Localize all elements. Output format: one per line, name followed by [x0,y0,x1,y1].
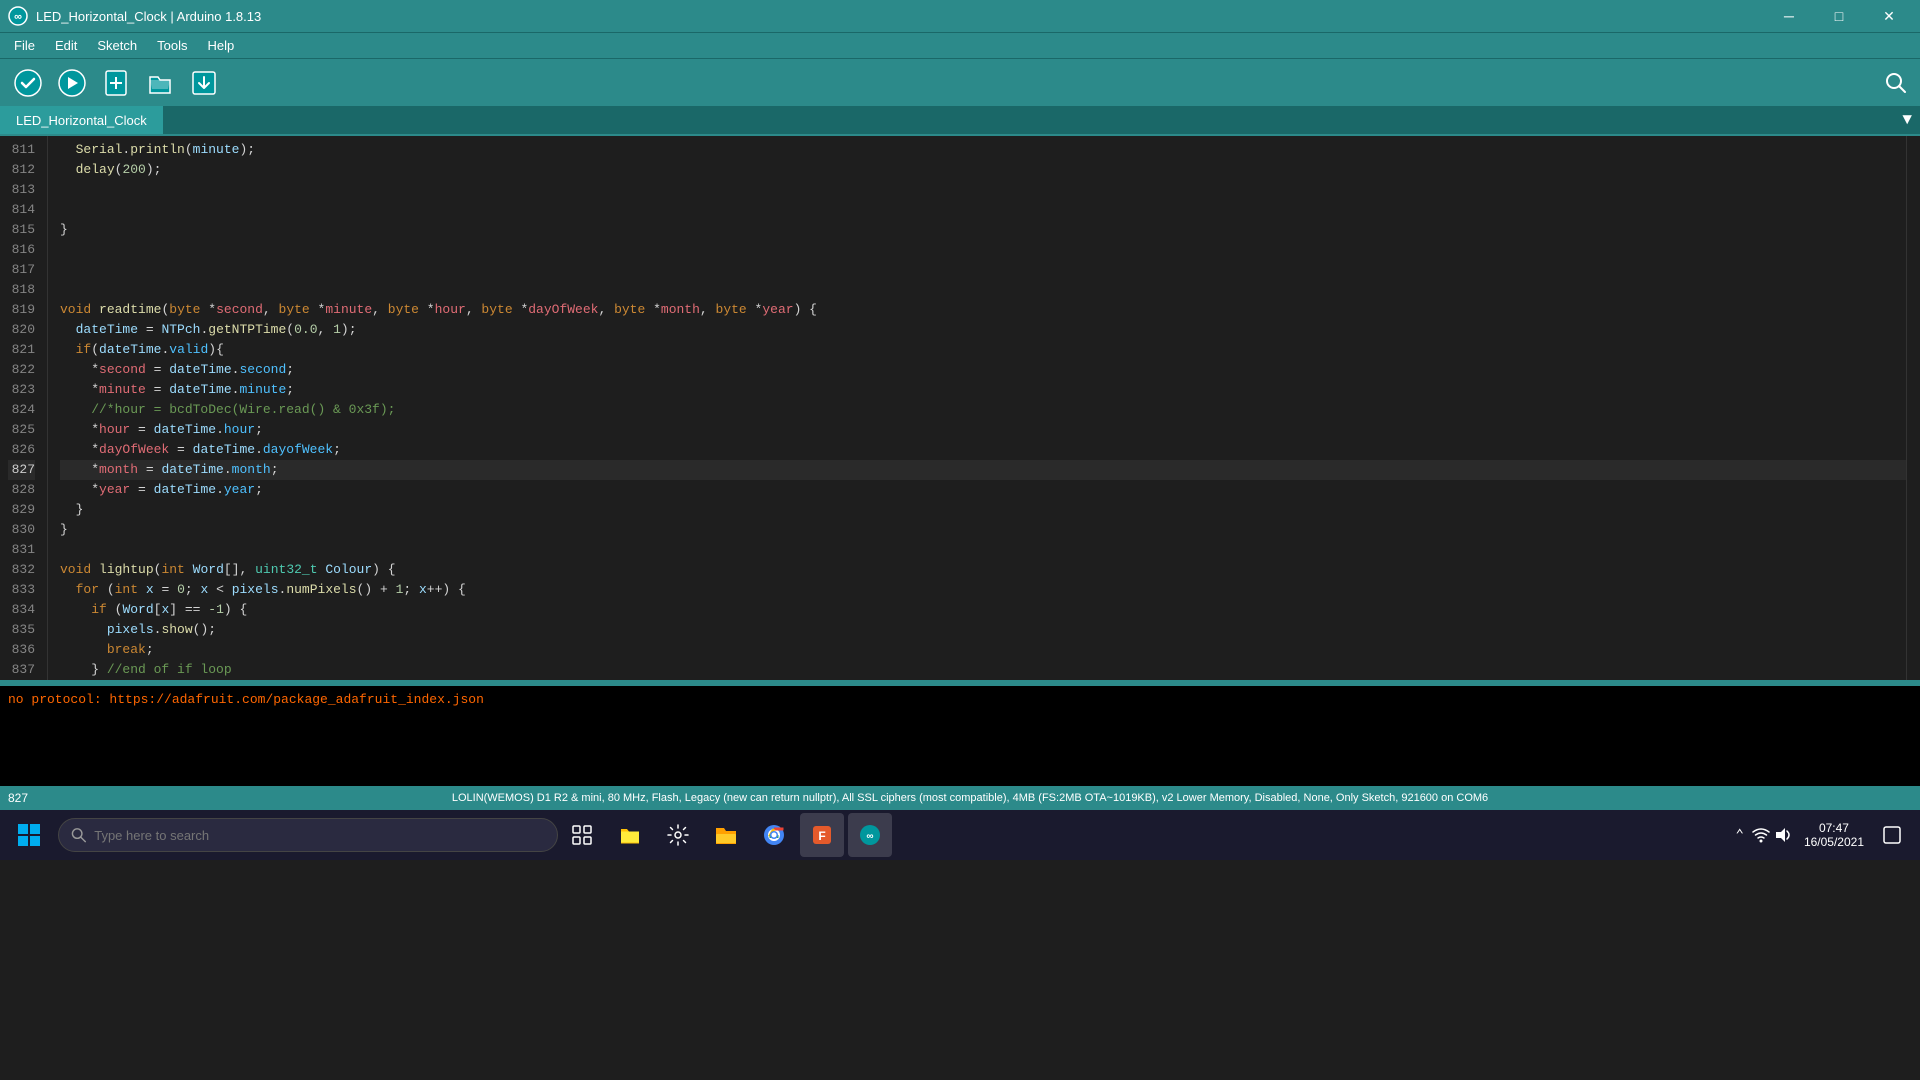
system-tray-area[interactable]: ⌃ [1732,827,1748,844]
code-area[interactable]: 811 812 813 814 815 816 817 818 819 820 … [0,136,1920,680]
notification-button[interactable] [1876,813,1908,857]
serial-monitor-button[interactable] [1880,67,1912,99]
code-line-826: *dayOfWeek = dateTime.dayofWeek; [60,440,1906,460]
code-line-814 [60,200,1906,220]
windows-icon [17,823,41,847]
code-line-830: } [60,520,1906,540]
menu-help[interactable]: Help [197,36,244,55]
code-line-821: if(dateTime.valid){ [60,340,1906,360]
code-line-836: break; [60,640,1906,660]
code-line-813 [60,180,1906,200]
status-line-number: 827 [8,791,28,805]
save-button[interactable] [184,63,224,103]
window-title: LED_Horizontal_Clock | Arduino 1.8.13 [36,9,261,24]
clock-area[interactable]: 07:47 16/05/2021 [1796,821,1872,849]
fritzing-icon: F [811,824,833,846]
fritzing-button[interactable]: F [800,813,844,857]
menu-sketch[interactable]: Sketch [87,36,147,55]
minimize-button[interactable]: ─ [1766,0,1812,32]
file-manager-button[interactable] [704,813,748,857]
file-explorer-icon [619,824,641,846]
arduino-icon: ∞ [8,6,28,26]
code-line-818 [60,280,1906,300]
code-line-824: //*hour = bcdToDec(Wire.read() & 0x3f); [60,400,1906,420]
new-button[interactable] [96,63,136,103]
task-view-button[interactable] [560,813,604,857]
tab-led-horizontal-clock[interactable]: LED_Horizontal_Clock [0,106,164,134]
menu-tools[interactable]: Tools [147,36,197,55]
code-line-819: void readtime(byte *second, byte *minute… [60,300,1906,320]
file-explorer-button[interactable] [608,813,652,857]
search-bar[interactable] [58,818,558,852]
network-icon [1752,827,1770,843]
code-line-825: *hour = dateTime.hour; [60,420,1906,440]
code-line-816 [60,240,1906,260]
close-button[interactable]: ✕ [1866,0,1912,32]
menu-bar: File Edit Sketch Tools Help [0,32,1920,58]
code-line-837: } //end of if loop [60,660,1906,680]
code-line-815: } [60,220,1906,240]
status-bar: 827 LOLIN(WEMOS) D1 R2 & mini, 80 MHz, F… [0,786,1920,810]
status-board-info: LOLIN(WEMOS) D1 R2 & mini, 80 MHz, Flash… [28,792,1912,804]
code-line-817 [60,260,1906,280]
volume-icon [1774,827,1792,843]
folder-icon [714,824,738,846]
svg-text:∞: ∞ [866,831,873,842]
taskbar-right: ⌃ 07:47 16/05/2021 [1732,813,1917,857]
notification-icon [1883,826,1901,844]
open-button[interactable] [140,63,180,103]
title-bar: ∞ LED_Horizontal_Clock | Arduino 1.8.13 … [0,0,1920,32]
console-text: no protocol: https://adafruit.com/packag… [8,690,1912,710]
search-icon [71,827,86,843]
menu-edit[interactable]: Edit [45,36,87,55]
code-line-833: for (int x = 0; x < pixels.numPixels() +… [60,580,1906,600]
code-line-832: void lightup(int Word[], uint32_t Colour… [60,560,1906,580]
tab-label: LED_Horizontal_Clock [16,113,147,128]
code-line-828: *year = dateTime.year; [60,480,1906,500]
upload-button[interactable] [52,63,92,103]
code-line-829: } [60,500,1906,520]
arduino-taskbar-button[interactable]: ∞ [848,813,892,857]
window-controls: ─ □ ✕ [1766,0,1912,32]
code-content[interactable]: Serial.println(minute); delay(200); } vo… [48,136,1906,680]
toolbar [0,58,1920,106]
code-line-834: if (Word[x] == -1) { [60,600,1906,620]
code-line-811: Serial.println(minute); [60,140,1906,160]
tab-dropdown-arrow[interactable]: ▼ [1894,106,1920,134]
code-line-823: *minute = dateTime.minute; [60,380,1906,400]
code-line-835: pixels.show(); [60,620,1906,640]
code-line-827: *month = dateTime.month; [60,460,1906,480]
taskbar: F ∞ ⌃ 07:47 16/05/2021 [0,810,1920,860]
title-bar-left: ∞ LED_Horizontal_Clock | Arduino 1.8.13 [8,6,261,26]
vertical-scrollbar[interactable] [1906,136,1920,680]
code-line-820: dateTime = NTPch.getNTPTime(0.0, 1); [60,320,1906,340]
arduino-taskbar-icon: ∞ [859,824,881,846]
console-output: no protocol: https://adafruit.com/packag… [0,686,1920,786]
settings-icon [667,824,689,846]
svg-text:∞: ∞ [14,11,22,23]
clock-time: 07:47 [1819,821,1849,835]
code-line-822: *second = dateTime.second; [60,360,1906,380]
editor: 811 812 813 814 815 816 817 818 819 820 … [0,136,1920,786]
start-button[interactable] [4,810,54,860]
svg-text:F: F [818,829,825,843]
code-line-812: delay(200); [60,160,1906,180]
task-view-icon [572,825,592,845]
menu-file[interactable]: File [4,36,45,55]
line-numbers: 811 812 813 814 815 816 817 818 819 820 … [0,136,48,680]
settings-button[interactable] [656,813,700,857]
code-line-831 [60,540,1906,560]
verify-button[interactable] [8,63,48,103]
chrome-button[interactable] [752,813,796,857]
tab-bar: LED_Horizontal_Clock ▼ [0,106,1920,136]
maximize-button[interactable]: □ [1816,0,1862,32]
clock-date: 16/05/2021 [1804,835,1864,849]
search-input[interactable] [94,828,545,843]
chrome-icon [763,824,785,846]
